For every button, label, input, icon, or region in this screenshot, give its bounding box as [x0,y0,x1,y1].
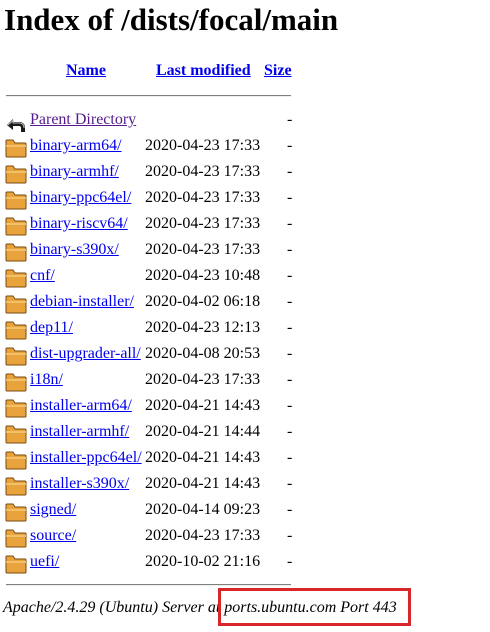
highlight-box [218,588,411,626]
modified-date: 2020-04-21 14:43 [145,397,261,414]
folder-icon [5,164,27,186]
entry-size: - [287,319,293,336]
folder-icon [5,294,27,316]
sort-by-last-modified-link[interactable]: Last modified [156,62,251,80]
directory-row: installer-ppc64el/2020-04-21 14:43 - [0,446,300,472]
modified-date: 2020-04-23 17:33 [145,163,261,180]
entry-size: - [287,215,293,232]
folder-icon [5,346,27,368]
modified-date: 2020-04-23 17:33 [145,189,261,206]
directory-link[interactable]: installer-ppc64el/ [30,448,142,468]
directory-link[interactable]: cnf/ [30,266,55,286]
modified-date: 2020-04-23 17:33 [145,527,261,544]
entry-size: - [287,475,293,492]
directory-row: dep11/2020-04-23 12:13 - [0,316,300,342]
entry-size: - [287,501,293,518]
entry-size: - [287,397,293,414]
folder-icon [5,554,27,576]
directory-row: installer-s390x/2020-04-21 14:43 - [0,472,300,498]
directory-link[interactable]: installer-arm64/ [30,396,132,416]
folder-icon [5,268,27,290]
directory-row: binary-riscv64/2020-04-23 17:33 - [0,212,300,238]
directory-row: binary-armhf/2020-04-23 17:33 - [0,160,300,186]
directory-link[interactable]: installer-armhf/ [30,422,129,442]
parent-directory-row: Parent Directory - [0,108,300,134]
sort-by-name-link[interactable]: Name [66,62,106,80]
directory-row: installer-arm64/2020-04-21 14:43 - [0,394,300,420]
folder-icon [5,450,27,472]
directory-link[interactable]: uefi/ [30,552,59,572]
entry-size: - [287,449,293,466]
directory-row: installer-armhf/2020-04-21 14:44 - [0,420,300,446]
modified-date: 2020-04-23 10:48 [145,267,261,284]
modified-date: 2020-04-23 17:33 [145,371,261,388]
entry-size: - [287,371,293,388]
modified-date: 2020-04-23 17:33 [145,241,261,258]
directory-link[interactable]: signed/ [30,500,76,520]
entry-size: - [287,553,293,570]
modified-date: 2020-10-02 21:16 [145,553,261,570]
entry-size: - [287,163,293,180]
folder-icon [5,398,27,420]
directory-row: dist-upgrader-all/2020-04-08 20:53 - [0,342,300,368]
directory-link[interactable]: i18n/ [30,370,63,390]
directory-link[interactable]: debian-installer/ [30,292,134,312]
directory-row: binary-s390x/2020-04-23 17:33 - [0,238,300,264]
directory-link[interactable]: dist-upgrader-all/ [30,344,141,364]
entry-size: - [287,423,293,440]
folder-icon [5,372,27,394]
modified-date: 2020-04-23 17:33 [145,137,261,154]
directory-row: binary-arm64/2020-04-23 17:33 - [0,134,300,160]
entry-size: - [287,345,293,362]
folder-icon [5,190,27,212]
folder-icon [5,502,27,524]
parent-size: - [287,111,293,128]
directory-link[interactable]: source/ [30,526,76,546]
entry-size: - [287,137,293,154]
modified-date: 2020-04-21 14:43 [145,449,261,466]
modified-date: 2020-04-14 09:23 [145,501,261,518]
footer-divider [6,584,291,586]
folder-icon [5,242,27,264]
directory-link[interactable]: binary-ppc64el/ [30,188,131,208]
folder-icon [5,528,27,550]
directory-link[interactable]: binary-arm64/ [30,136,122,156]
modified-date: 2020-04-23 17:33 [145,215,261,232]
entry-size: - [287,527,293,544]
entry-size: - [287,189,293,206]
directory-link[interactable]: binary-riscv64/ [30,214,128,234]
folder-icon [5,476,27,498]
directory-row: cnf/2020-04-23 10:48 - [0,264,300,290]
folder-icon [5,320,27,342]
folder-icon [5,216,27,238]
directory-row: i18n/2020-04-23 17:33 - [0,368,300,394]
folder-icon [5,424,27,446]
header-divider [6,95,291,97]
directory-row: uefi/2020-10-02 21:16 - [0,550,300,576]
modified-date: 2020-04-23 12:13 [145,319,261,336]
entry-size: - [287,267,293,284]
directory-link[interactable]: dep11/ [30,318,73,338]
folder-icon [5,138,27,160]
page-title: Index of /dists/focal/main [4,2,339,37]
directory-row: signed/2020-04-14 09:23 - [0,498,300,524]
modified-date: 2020-04-21 14:43 [145,475,261,492]
modified-date: 2020-04-02 06:18 [145,293,261,310]
modified-date: 2020-04-08 20:53 [145,345,261,362]
parent-directory-link[interactable]: Parent Directory [30,110,136,130]
modified-date: 2020-04-21 14:44 [145,423,261,440]
directory-row: debian-installer/2020-04-02 06:18 - [0,290,300,316]
back-arrow-icon [5,112,27,134]
entry-size: - [287,241,293,258]
entry-size: - [287,293,293,310]
directory-row: source/2020-04-23 17:33 - [0,524,300,550]
directory-link[interactable]: binary-armhf/ [30,162,119,182]
directory-row: binary-ppc64el/2020-04-23 17:33 - [0,186,300,212]
directory-link[interactable]: installer-s390x/ [30,474,129,494]
directory-link[interactable]: binary-s390x/ [30,240,119,260]
sort-by-size-link[interactable]: Size [264,62,292,80]
